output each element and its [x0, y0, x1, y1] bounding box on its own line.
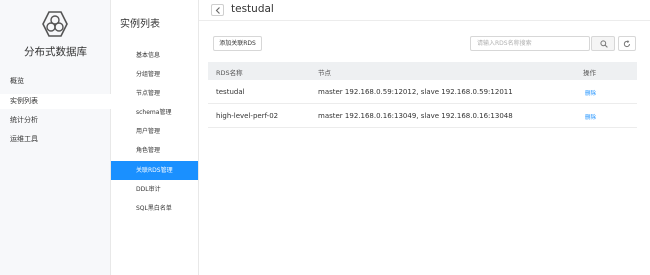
refresh-icon	[623, 40, 630, 48]
subnav-item-basic-info[interactable]: 基本信息	[111, 46, 198, 65]
subnav-item-rds-management[interactable]: 关联RDS管理	[111, 161, 198, 180]
subnav-item-user-management[interactable]: 用户管理	[111, 122, 198, 141]
sidebar: 分布式数据库 概览 实例列表 统计分析 运维工具	[0, 0, 111, 275]
table-header: RDS名称 节点 操作	[208, 62, 637, 80]
delete-link[interactable]: 删除	[585, 89, 596, 97]
subnav-title: 实例列表	[120, 19, 160, 30]
cell-rds-name: high-level-perf-02	[216, 112, 279, 120]
app-title: 分布式数据库	[24, 46, 87, 58]
column-header-actions: 操作	[583, 69, 596, 77]
subnav: 实例列表 基本信息 分组管理 节点管理 schema管理 用户管理 角色管理 关…	[111, 0, 199, 275]
column-header-rds-name: RDS名称	[216, 69, 243, 77]
sidebar-item-instance-list[interactable]: 实例列表	[0, 94, 111, 109]
search-icon	[600, 40, 608, 48]
refresh-button[interactable]	[618, 36, 636, 51]
table-row: high-level-perf-02 master 192.168.0.16:1…	[208, 104, 637, 128]
cell-nodes: master 192.168.0.16:13049, slave 192.168…	[318, 112, 513, 120]
subnav-item-sql-blackwhitelist[interactable]: SQL黑白名单	[111, 199, 198, 218]
hexagon-logo-icon	[42, 11, 68, 37]
sidebar-item-statistics[interactable]: 统计分析	[0, 113, 111, 128]
subnav-item-ddl-audit[interactable]: DDL审计	[111, 180, 198, 199]
main-content: testudal 添加关联RDS RDS名称 节点 操作 testudal ma…	[199, 0, 650, 275]
subnav-item-role-management[interactable]: 角色管理	[111, 141, 198, 160]
cell-rds-name: testudal	[216, 88, 245, 96]
page-header: testudal	[199, 0, 650, 21]
sidebar-item-overview[interactable]: 概览	[0, 74, 111, 89]
back-button[interactable]	[211, 4, 224, 16]
rds-table: RDS名称 节点 操作 testudal master 192.168.0.59…	[208, 62, 637, 128]
chevron-left-icon	[215, 7, 220, 14]
cell-nodes: master 192.168.0.59:12012, slave 192.168…	[318, 88, 513, 96]
search-button[interactable]	[591, 36, 615, 51]
subnav-item-schema-management[interactable]: schema管理	[111, 103, 198, 122]
search-input[interactable]	[470, 36, 590, 51]
subnav-item-group-management[interactable]: 分组管理	[111, 65, 198, 84]
column-header-nodes: 节点	[318, 69, 331, 77]
page-title: testudal	[231, 3, 274, 15]
table-row: testudal master 192.168.0.59:12012, slav…	[208, 80, 637, 104]
add-rds-button[interactable]: 添加关联RDS	[213, 36, 262, 51]
sidebar-item-ops-tools[interactable]: 运维工具	[0, 132, 111, 147]
subnav-item-node-management[interactable]: 节点管理	[111, 84, 198, 103]
delete-link[interactable]: 删除	[585, 113, 596, 121]
